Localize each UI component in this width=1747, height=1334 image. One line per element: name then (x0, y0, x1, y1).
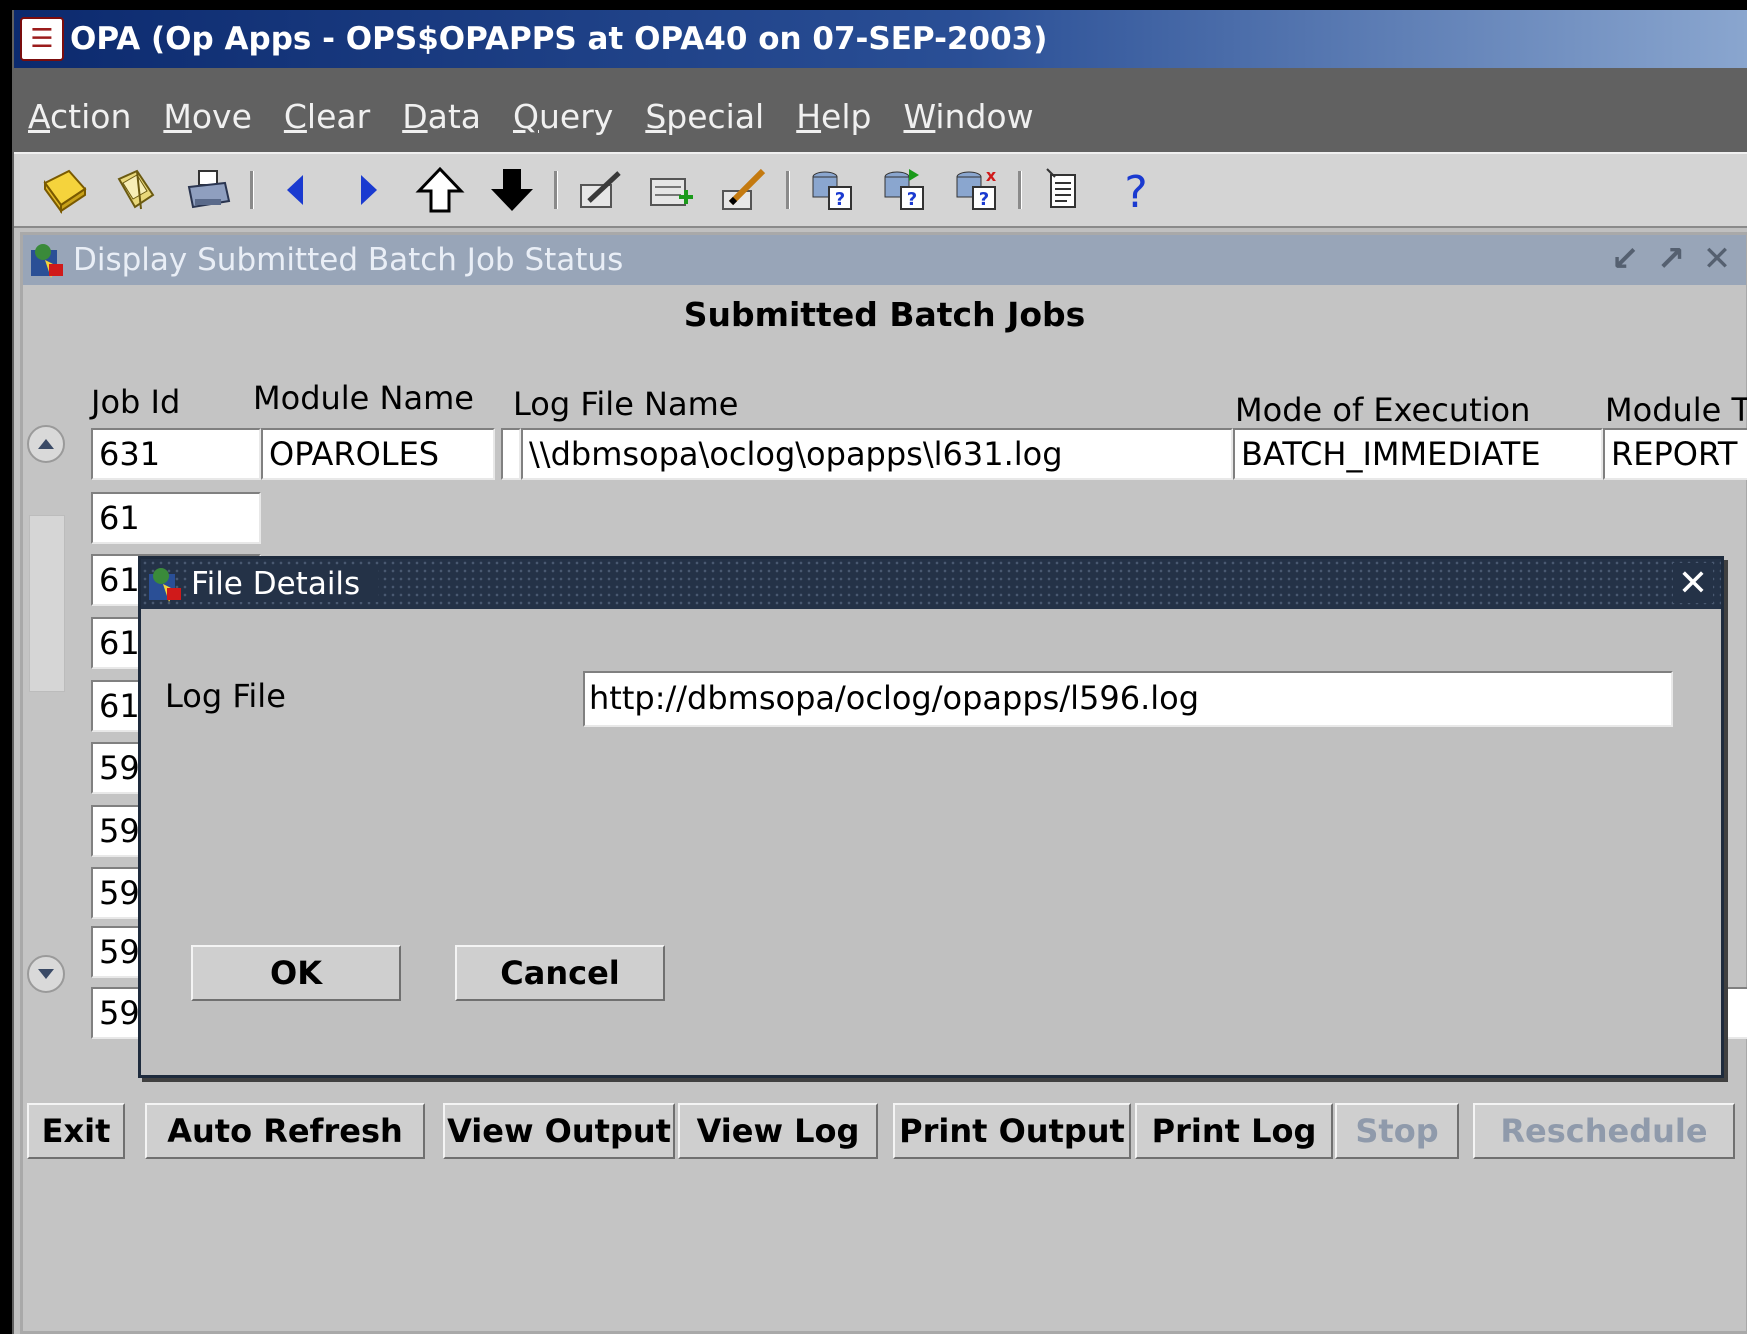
toolbar-separator (250, 171, 254, 209)
view-output-button[interactable]: View Output (443, 1103, 675, 1159)
stop-button[interactable]: Stop (1335, 1103, 1459, 1159)
execute-query-icon[interactable]: ? (874, 160, 934, 220)
close-icon[interactable]: ✕ (1700, 239, 1734, 279)
svg-text:x: x (986, 166, 997, 185)
column-header-log-file: Log File Name (513, 385, 739, 423)
vertical-scrollbar[interactable] (27, 425, 67, 997)
svg-text:?: ? (835, 189, 845, 210)
job-id-cell[interactable]: 631 (91, 428, 261, 480)
menu-bar: Action Move Clear Data Query Special Hel… (14, 68, 1747, 164)
inner-window-title: Display Submitted Batch Job Status (73, 242, 624, 278)
open-icon[interactable] (106, 160, 166, 220)
app-window: ☰ OPA (Op Apps - OPS$OPAPPS at OPA40 on … (12, 10, 1747, 1334)
log-file-field[interactable]: http://dbmsopa/oclog/opapps/l596.log (583, 671, 1673, 727)
oracle-forms-icon: ☰ (20, 17, 64, 61)
help-icon[interactable]: ? (1106, 160, 1166, 220)
menu-window[interactable]: Window (903, 97, 1033, 136)
list-icon[interactable] (1034, 160, 1094, 220)
print-icon[interactable] (178, 160, 238, 220)
menu-action[interactable]: Action (28, 97, 131, 136)
insert-record-icon[interactable] (642, 160, 702, 220)
menu-data[interactable]: Data (402, 97, 481, 136)
column-header-module-name: Module Name (253, 379, 474, 417)
cancel-button[interactable]: Cancel (455, 945, 665, 1001)
log-file-cell[interactable]: \\dbmsopa\oclog\opapps\l631.log (521, 428, 1233, 480)
menu-help[interactable]: Help (796, 97, 871, 136)
svg-text:?: ? (979, 189, 989, 210)
view-log-button[interactable]: View Log (678, 1103, 878, 1159)
edit-icon[interactable] (570, 160, 630, 220)
next-block-icon[interactable] (482, 160, 542, 220)
menu-clear[interactable]: Clear (284, 97, 370, 136)
job-id-cell[interactable]: 61 (91, 492, 261, 544)
scroll-down-icon[interactable] (27, 955, 65, 993)
minimize-icon[interactable]: ↙ (1608, 239, 1642, 279)
auto-refresh-button[interactable]: Auto Refresh (145, 1103, 425, 1159)
svg-text:?: ? (1124, 167, 1147, 215)
enter-query-icon[interactable]: ? (802, 160, 862, 220)
menu-move[interactable]: Move (163, 97, 252, 136)
app-title: OPA (Op Apps - OPS$OPAPPS at OPA40 on 07… (70, 21, 1048, 57)
svg-text:?: ? (907, 189, 917, 210)
pencil-icon[interactable] (714, 160, 774, 220)
file-details-dialog: File Details ✕ Log File http://dbmsopa/o… (138, 556, 1724, 1078)
menu-special[interactable]: Special (645, 97, 764, 136)
toolbar-separator (554, 171, 558, 209)
print-log-button[interactable]: Print Log (1135, 1103, 1333, 1159)
print-output-button[interactable]: Print Output (893, 1103, 1131, 1159)
previous-block-icon[interactable] (410, 160, 470, 220)
page-title: Submitted Batch Jobs (683, 295, 1086, 334)
toolbar: ? ? x? ? (14, 152, 1747, 228)
dialog-title: File Details (191, 566, 379, 602)
forms-window-icon (149, 568, 181, 602)
close-icon[interactable]: ✕ (1673, 563, 1713, 604)
forms-window-icon (31, 244, 63, 278)
ok-button[interactable]: OK (191, 945, 401, 1001)
inner-window-titlebar: Display Submitted Batch Job Status ↙ ↗ ✕ (23, 235, 1746, 285)
module-type-cell[interactable]: REPORT (1603, 428, 1747, 480)
menu-query[interactable]: Query (513, 97, 613, 136)
save-icon[interactable] (34, 160, 94, 220)
maximize-icon[interactable]: ↗ (1654, 239, 1688, 279)
row-indicator-cell[interactable] (501, 428, 521, 480)
previous-record-icon[interactable] (266, 160, 326, 220)
scroll-up-icon[interactable] (27, 425, 65, 463)
column-header-mode: Mode of Execution (1235, 391, 1531, 429)
toolbar-separator (1018, 171, 1022, 209)
vertical-scroll-thumb[interactable] (29, 515, 65, 692)
log-file-label: Log File (165, 677, 286, 715)
column-header-job-id: Job Id (91, 383, 181, 421)
inner-window-controls: ↙ ↗ ✕ (1608, 239, 1734, 279)
app-titlebar: ☰ OPA (Op Apps - OPS$OPAPPS at OPA40 on … (14, 10, 1747, 68)
next-record-icon[interactable] (338, 160, 398, 220)
mode-cell[interactable]: BATCH_IMMEDIATE (1233, 428, 1603, 480)
column-header-module-type: Module T (1605, 391, 1747, 429)
reschedule-button[interactable]: Reschedule (1473, 1103, 1735, 1159)
toolbar-separator (786, 171, 790, 209)
exit-button[interactable]: Exit (27, 1103, 125, 1159)
cancel-query-icon[interactable]: x? (946, 160, 1006, 220)
module-name-cell[interactable]: OPAROLES (261, 428, 495, 480)
dialog-titlebar: File Details ✕ (141, 559, 1721, 609)
